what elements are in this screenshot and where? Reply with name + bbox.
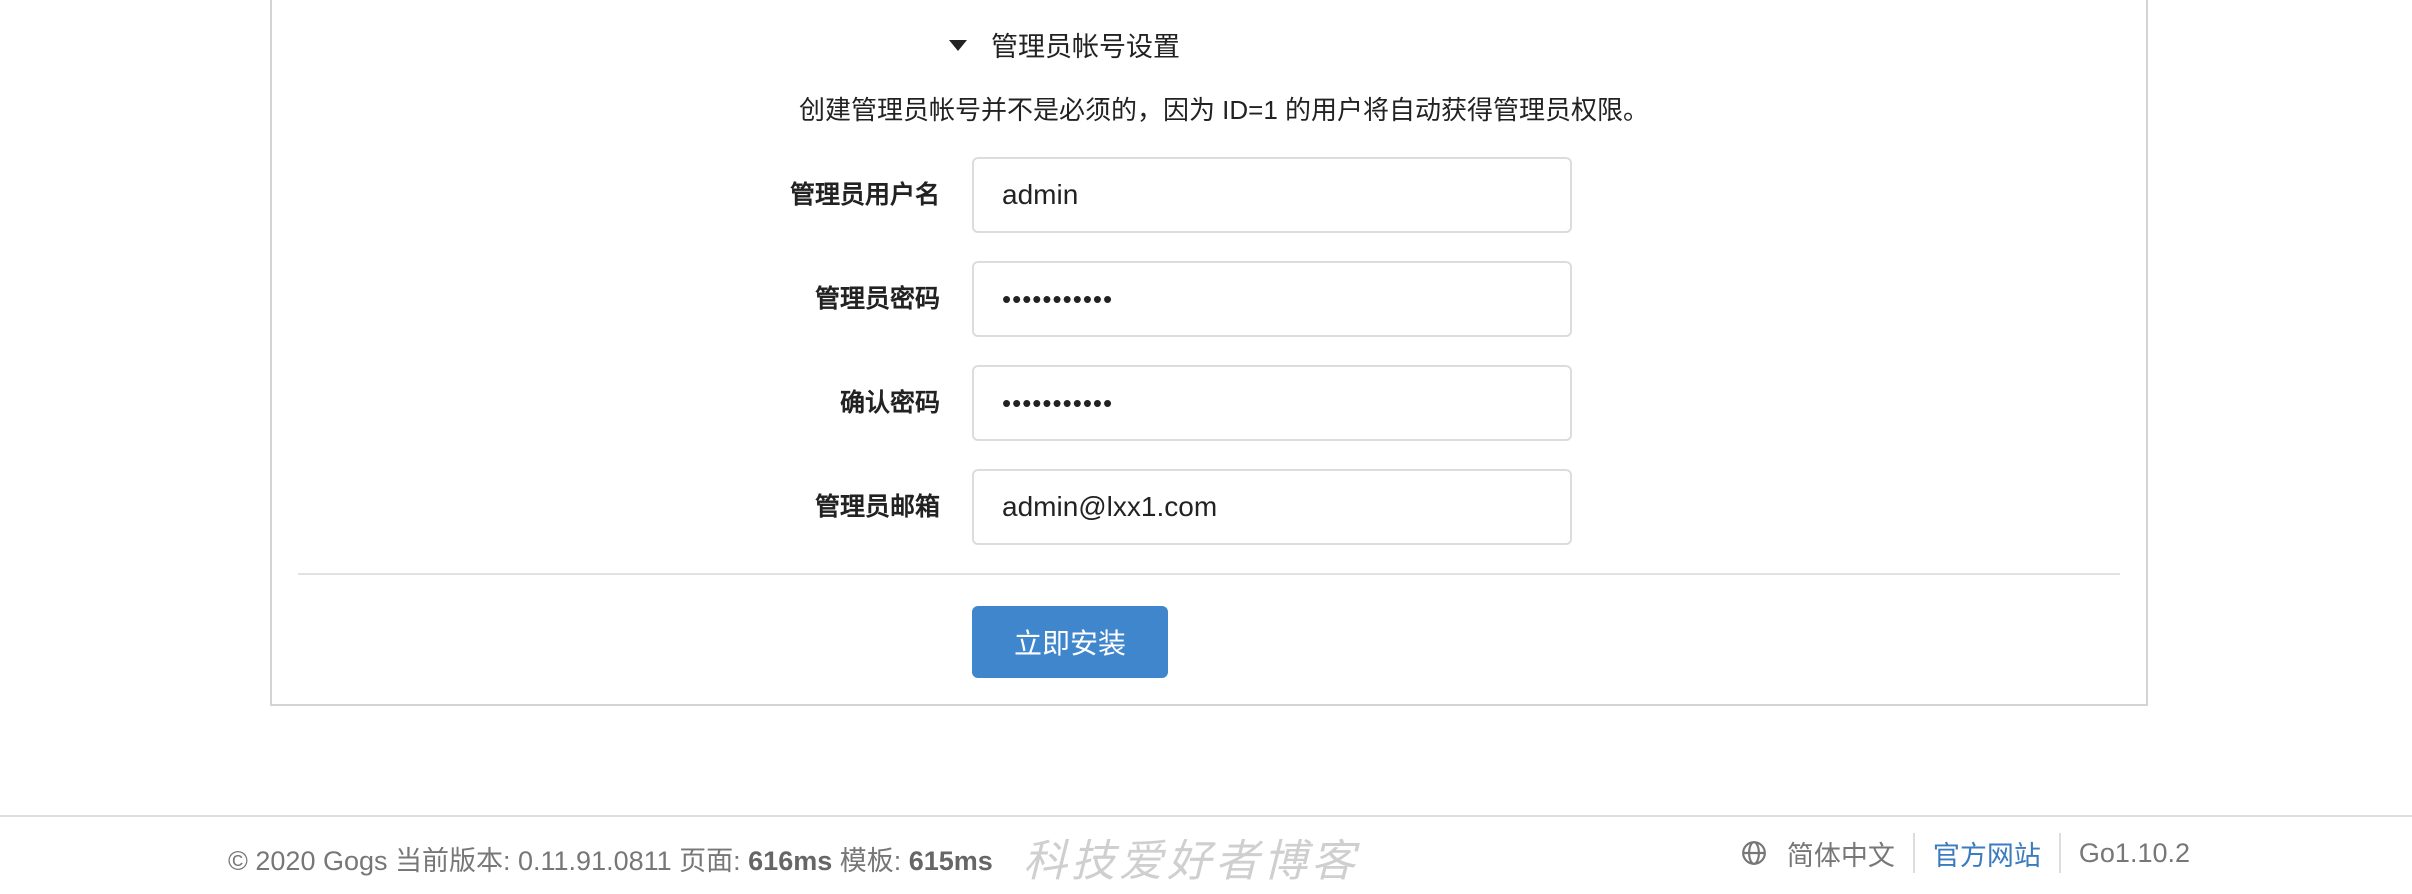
go-version: Go1.10.2 — [2078, 837, 2190, 868]
confirm-password-input[interactable] — [972, 365, 1572, 441]
admin-username-row: 管理员用户名 — [0, 157, 2412, 233]
footer-copyright: © 2020 Gogs 当前版本: 0.11.91.0811 页面: — [228, 846, 749, 876]
admin-email-label: 管理员邮箱 — [814, 493, 940, 521]
admin-help-text: 创建管理员帐号并不是必须的，因为 ID=1 的用户将自动获得管理员权限。 — [798, 95, 1650, 125]
watermark: 科技爱好者博客 — [1023, 836, 1359, 887]
admin-password-input[interactable] — [972, 261, 1572, 337]
globe-icon — [1741, 841, 1766, 865]
footer-template-time: 615ms — [908, 846, 993, 876]
admin-username-label: 管理员用户名 — [789, 181, 940, 209]
official-site-link[interactable]: 官方网站 — [1933, 834, 2041, 873]
admin-email-row: 管理员邮箱 — [0, 469, 2412, 545]
footer-separator — [2058, 833, 2061, 873]
footer-version-info: © 2020 Gogs 当前版本: 0.11.91.0811 页面: 616ms… — [228, 839, 993, 878]
install-button[interactable]: 立即安装 — [972, 606, 1168, 678]
footer-template-label: 模板: — [832, 846, 909, 876]
admin-username-input[interactable] — [972, 157, 1572, 233]
admin-password-row: 管理员密码 — [0, 261, 2412, 337]
caret-down-icon — [949, 39, 967, 51]
confirm-password-row: 确认密码 — [0, 365, 2412, 441]
footer-links: 简体中文 官方网站 Go1.10.2 — [1741, 833, 2190, 873]
admin-password-label: 管理员密码 — [814, 285, 940, 313]
form-divider — [298, 573, 2120, 575]
confirm-password-label: 确认密码 — [839, 389, 940, 417]
footer-page-time: 616ms — [748, 846, 833, 876]
admin-section-toggle[interactable]: 管理员帐号设置 — [949, 24, 1180, 64]
language-selector[interactable]: 简体中文 — [1787, 834, 1895, 873]
section-title: 管理员帐号设置 — [991, 31, 1180, 62]
page-footer: © 2020 Gogs 当前版本: 0.11.91.0811 页面: 616ms… — [0, 815, 2412, 894]
admin-email-input[interactable] — [972, 469, 1572, 545]
footer-separator — [1912, 833, 1915, 873]
